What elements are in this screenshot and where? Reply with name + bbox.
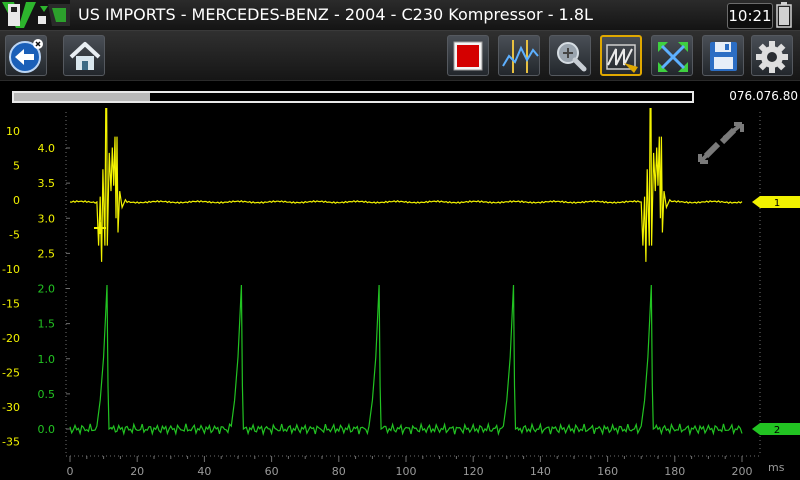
left-axis-tick-label: -20 — [2, 332, 20, 345]
x-tick-label: 120 — [463, 465, 484, 478]
channel-1-marker-label: 1 — [774, 198, 780, 209]
frame-counter: 076.076.80 — [729, 89, 798, 103]
floppy-disk-icon — [710, 42, 737, 71]
left-axis-tick-label: -30 — [2, 401, 20, 414]
home-icon — [69, 42, 101, 70]
channel-axis-tick-label: 3.0 — [38, 212, 56, 225]
battery-icon — [776, 2, 792, 28]
left-axis-tick-label: 0 — [13, 194, 20, 207]
cursors-button[interactable] — [498, 35, 540, 76]
scope-screen: US IMPORTS - MERCEDES-BENZ - 2004 - C230… — [0, 0, 800, 480]
trigger-button[interactable] — [600, 35, 642, 76]
x-tick-label: 40 — [197, 465, 211, 478]
save-button[interactable] — [702, 35, 744, 76]
x-unit-label: ms — [768, 461, 785, 474]
expand-view-icon[interactable] — [698, 122, 744, 164]
settings-button[interactable] — [751, 35, 793, 76]
stop-record-button[interactable] — [447, 35, 489, 76]
x-tick-label: 0 — [67, 465, 74, 478]
x-tick-label: 20 — [130, 465, 144, 478]
channel-axis-tick-label: 2.5 — [38, 247, 56, 260]
scope-graph[interactable]: 0 20 40 60 80 100 120 140 160 180 200 ms 10 5 0 -5 -10 -1… — [0, 108, 800, 480]
gear-icon — [756, 41, 788, 73]
fit-screen-icon — [658, 42, 688, 72]
x-tick-label: 60 — [265, 465, 279, 478]
channel-markers: 12 — [752, 196, 800, 436]
channel-1-trace — [69, 108, 743, 262]
channel-axis-tick-label: 0.0 — [38, 423, 56, 436]
channel-axis-tick-label: 1.5 — [38, 318, 56, 331]
left-axis-tick-label: 10 — [6, 125, 20, 138]
x-tick-label: 180 — [664, 465, 685, 478]
x-tick-label: 100 — [396, 465, 417, 478]
toolbar — [0, 31, 800, 81]
vehicle-title: US IMPORTS - MERCEDES-BENZ - 2004 - C230… — [78, 5, 593, 24]
channel-axis-tick-label: 0.5 — [38, 388, 56, 401]
title-bar: US IMPORTS - MERCEDES-BENZ - 2004 - C230… — [0, 0, 800, 31]
x-tick-label: 160 — [597, 465, 618, 478]
home-button[interactable] — [63, 35, 105, 76]
cursors-icon — [502, 40, 539, 73]
channel-axis-tick-label: 1.0 — [38, 353, 56, 366]
back-button[interactable] — [5, 35, 47, 76]
fit-screen-button[interactable] — [651, 35, 693, 76]
zoom-button[interactable] — [549, 35, 591, 76]
x-tick-label: 80 — [332, 465, 346, 478]
channel-axis-tick-label: 2.0 — [38, 283, 56, 296]
clock: 10:21 — [727, 3, 773, 29]
left-axis-tick-label: -5 — [9, 229, 20, 242]
x-tick-label: 140 — [530, 465, 551, 478]
x-tick-label: 200 — [732, 465, 753, 478]
record-buffer-bar[interactable] — [12, 91, 694, 103]
snap-on-logo-icon — [0, 0, 70, 30]
magnifier-icon — [557, 42, 587, 72]
left-axis-tick-label: -25 — [2, 367, 20, 380]
trigger-icon — [606, 44, 638, 73]
record-buffer-fill — [14, 93, 150, 101]
left-axis-tick-label: -15 — [2, 298, 20, 311]
channel-axis-tick-label: 3.5 — [38, 177, 56, 190]
left-axis-tick-label: 5 — [13, 160, 20, 173]
left-axis-tick-label: -10 — [2, 263, 20, 276]
left-axis-tick-label: -35 — [2, 436, 20, 449]
scope-traces — [69, 108, 743, 437]
back-arrow-icon — [9, 39, 43, 73]
channel-axis-tick-label: 4.0 — [38, 142, 56, 155]
stop-record-icon — [453, 41, 483, 71]
channel-2-marker-label: 2 — [774, 425, 780, 436]
channel-2-trace — [69, 284, 743, 437]
